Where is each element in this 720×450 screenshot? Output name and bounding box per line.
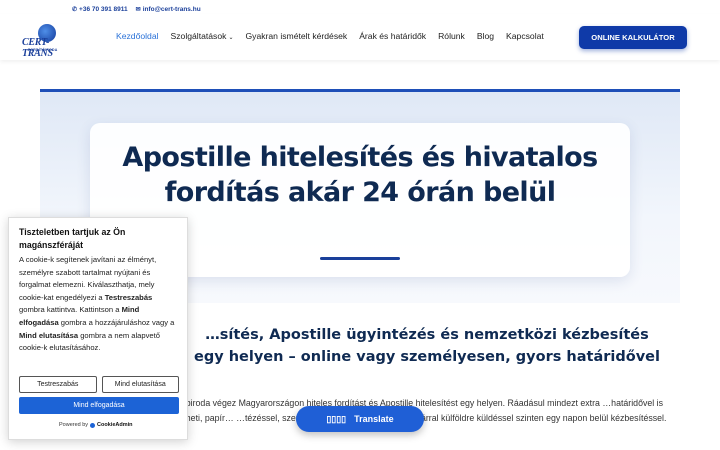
nav-item-blog[interactable]: Blog bbox=[477, 31, 494, 41]
online-calculator-button[interactable]: ONLINE KALKULÁTOR bbox=[579, 26, 687, 49]
nav-item-about[interactable]: Rólunk bbox=[438, 31, 465, 41]
accept-all-button[interactable]: Mind elfogadása bbox=[19, 397, 179, 414]
contact-bar: ✆ +36 70 391 8911 ✉ info@cert-trans.hu bbox=[72, 4, 201, 14]
title-divider bbox=[320, 257, 400, 260]
email-contact[interactable]: ✉ info@cert-trans.hu bbox=[136, 6, 201, 13]
envelope-icon: ✉ bbox=[135, 6, 141, 13]
translate-glyphs: ▯▯▯▯ bbox=[326, 413, 347, 424]
cookie-text-bold: Mind elutasítása bbox=[19, 330, 79, 340]
email-address: info@cert-trans.hu bbox=[142, 5, 201, 13]
logo-subtitle: FORDÍTÓIRODA bbox=[28, 48, 58, 52]
powered-by-label: Powered by bbox=[59, 422, 89, 428]
reject-all-button[interactable]: Mind elutasítása bbox=[101, 376, 179, 393]
cookie-text-part: gombra kattintva. Kattintson a bbox=[19, 305, 122, 315]
translate-label: Translate bbox=[354, 414, 394, 424]
cookie-consent-panel: Tiszteletben tartjuk az Ön magánszférájá… bbox=[8, 217, 188, 440]
powered-by-brand: CookieAdmin bbox=[97, 422, 133, 428]
phone-number: +36 70 391 8911 bbox=[79, 5, 128, 13]
nav-item-home[interactable]: Kezdőoldal bbox=[116, 31, 159, 41]
chevron-down-icon: ⌄ bbox=[228, 35, 234, 41]
cookieadmin-logo-icon bbox=[90, 422, 96, 428]
page-title: Apostille hitelesítés és hivatalos fordí… bbox=[122, 142, 598, 208]
nav-item-prices[interactable]: Árak és határidők bbox=[359, 31, 426, 41]
nav-item-faq[interactable]: Gyakran ismételt kérdések bbox=[245, 31, 347, 41]
phone-contact[interactable]: ✆ +36 70 391 8911 bbox=[72, 6, 128, 13]
section-subtitle: …sítés, Apostille ügyintézés és nemzetkö… bbox=[194, 327, 660, 365]
translate-button[interactable]: ▯▯▯▯ Translate bbox=[296, 406, 424, 432]
site-logo[interactable]: CERT-TRANS FORDÍTÓIRODA bbox=[22, 24, 70, 59]
nav-item-services[interactable]: Szolgáltatások ⌄ bbox=[171, 31, 234, 41]
phone-icon: ✆ bbox=[72, 6, 78, 13]
nav-item-contact[interactable]: Kapcsolat bbox=[506, 31, 544, 41]
cookie-button-row: Testreszabás Mind elutasítása bbox=[19, 376, 179, 393]
cookie-text-bold: Testreszabás bbox=[104, 292, 153, 302]
site-header: CERT-TRANS FORDÍTÓIRODA Kezdőoldal Szolg… bbox=[0, 14, 720, 60]
cookie-description: A cookie-k segítenek javítani az élményt… bbox=[19, 254, 177, 355]
cookie-title: Tiszteletben tartjuk az Ön magánszférájá… bbox=[19, 227, 126, 250]
cookie-powered-by[interactable]: Powered by CookieAdmin bbox=[59, 422, 133, 428]
main-nav: Kezdőoldal Szolgáltatások ⌄ Gyakran ismét… bbox=[116, 31, 556, 41]
nav-item-services-label: Szolgáltatások bbox=[170, 31, 227, 41]
cookie-text-part: gombra a hozzájáruláshoz vagy a bbox=[58, 317, 175, 327]
customize-button[interactable]: Testreszabás bbox=[19, 376, 97, 393]
